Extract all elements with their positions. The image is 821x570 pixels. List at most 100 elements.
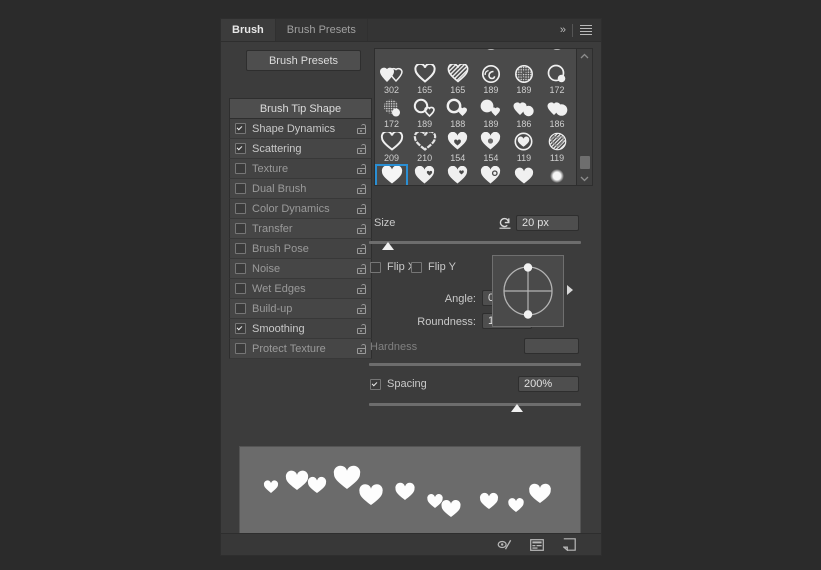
lock-shape-dynamics[interactable]: [351, 123, 371, 134]
brush-tip-cell[interactable]: [375, 49, 408, 62]
tab-brush[interactable]: Brush: [221, 19, 276, 41]
option-row-transfer[interactable]: Transfer: [229, 219, 372, 239]
lock-brush-pose[interactable]: [351, 243, 371, 254]
scroll-up-icon[interactable]: [577, 49, 592, 62]
lock-noise[interactable]: [351, 263, 371, 274]
collapse-to-icons-icon[interactable]: »: [560, 24, 566, 36]
checkbox-transfer[interactable]: [235, 223, 246, 234]
spacing-slider[interactable]: [369, 400, 581, 414]
brush-tip-cell-172b[interactable]: 172: [375, 96, 408, 130]
brush-tip-cell-20[interactable]: 20: [507, 164, 540, 185]
brush-presets-button[interactable]: Brush Presets: [246, 50, 361, 71]
angle-pointer-icon[interactable]: [567, 285, 573, 295]
checkbox-texture[interactable]: [235, 163, 246, 174]
brush-tip-size-119b: 119: [549, 153, 565, 163]
lock-texture[interactable]: [351, 163, 371, 174]
option-row-dual-brush[interactable]: Dual Brush: [229, 179, 372, 199]
option-row-texture[interactable]: Texture: [229, 159, 372, 179]
scrollbar-thumb[interactable]: [580, 156, 590, 169]
flip-x-row[interactable]: Flip X: [370, 261, 415, 273]
option-row-scattering[interactable]: Scattering: [229, 139, 372, 159]
lock-smoothing[interactable]: [351, 323, 371, 334]
brush-tip-cell-189a[interactable]: 189: [474, 62, 507, 96]
brush-tip-cell-174[interactable]: 174: [474, 164, 507, 185]
brush-tip-shape-header[interactable]: Brush Tip Shape: [229, 98, 372, 119]
open-preset-manager-icon[interactable]: [529, 538, 545, 552]
brush-tip-cell-210[interactable]: 210: [408, 130, 441, 164]
checkbox-flip-y[interactable]: [411, 261, 422, 273]
brush-tip-cell-119a[interactable]: 119: [507, 130, 540, 164]
option-row-shape-dynamics[interactable]: Shape Dynamics: [229, 119, 372, 139]
lock-scattering[interactable]: [351, 143, 371, 154]
flip-y-row[interactable]: Flip Y: [411, 261, 456, 273]
option-row-build-up[interactable]: Build-up: [229, 299, 372, 319]
checkbox-noise[interactable]: [235, 263, 246, 274]
brush-tip-cell[interactable]: [507, 49, 540, 62]
spacing-input[interactable]: 200%: [518, 376, 579, 392]
spacing-row[interactable]: Spacing: [370, 378, 427, 390]
size-input[interactable]: 20 px: [516, 215, 579, 231]
checkbox-spacing[interactable]: [370, 378, 381, 390]
lock-wet-edges[interactable]: [351, 283, 371, 294]
brush-tip-cell-104-selected[interactable]: 104: [375, 164, 409, 185]
angle-roundness-widget[interactable]: [492, 255, 564, 327]
brush-tip-cell-15[interactable]: 15: [540, 164, 573, 185]
checkbox-scattering[interactable]: [235, 143, 246, 154]
lock-color-dynamics[interactable]: [351, 203, 371, 214]
size-slider-thumb[interactable]: [382, 242, 395, 250]
brush-tip-cell-302[interactable]: 302: [375, 62, 408, 96]
brush-tip-grid[interactable]: 302 165 165 189 189 172 172 189 188 189 …: [374, 48, 593, 186]
brush-tip-cell-186b[interactable]: 186: [540, 96, 573, 130]
brush-tip-cell-188[interactable]: 188: [441, 96, 474, 130]
brush-tip-cell-189d[interactable]: 189: [474, 96, 507, 130]
option-row-brush-pose[interactable]: Brush Pose: [229, 239, 372, 259]
lock-build-up[interactable]: [351, 303, 371, 314]
brush-tip-cell-189b[interactable]: 189: [507, 62, 540, 96]
toggle-brush-preview-icon[interactable]: [497, 538, 513, 552]
checkbox-protect-texture[interactable]: [235, 343, 246, 354]
reset-size-icon[interactable]: [498, 216, 511, 229]
create-new-brush-icon[interactable]: [561, 538, 577, 552]
brush-tip-cell-209[interactable]: 209: [375, 130, 408, 164]
scroll-down-icon[interactable]: [577, 172, 592, 185]
checkbox-smoothing[interactable]: [235, 323, 246, 334]
option-row-color-dynamics[interactable]: Color Dynamics: [229, 199, 372, 219]
brush-tip-cell-165a[interactable]: 165: [408, 62, 441, 96]
brush-tip-cell-119b[interactable]: 119: [540, 130, 573, 164]
brush-tip-cell[interactable]: [540, 49, 573, 62]
tab-brush-presets[interactable]: Brush Presets: [276, 19, 368, 41]
lock-dual-brush[interactable]: [351, 183, 371, 194]
brush-tip-cell-189c[interactable]: 189: [408, 96, 441, 130]
checkbox-build-up[interactable]: [235, 303, 246, 314]
brush-tip-shape-label: Brush Tip Shape: [259, 102, 342, 115]
brush-tip-cell-172a[interactable]: 172: [540, 62, 573, 96]
option-row-noise[interactable]: Noise: [229, 259, 372, 279]
brush-tip-cell-186a[interactable]: 186: [507, 96, 540, 130]
brush-tip-cell[interactable]: [474, 49, 507, 62]
brush-tip-cell-154a[interactable]: 154: [441, 130, 474, 164]
size-slider[interactable]: [369, 238, 581, 252]
option-label-texture: Texture: [252, 162, 289, 175]
brush-tip-cell-154b[interactable]: 154: [474, 130, 507, 164]
panel-menu-icon[interactable]: [580, 25, 592, 35]
size-slider-track[interactable]: [369, 241, 581, 244]
brush-tip-cell[interactable]: [441, 49, 474, 62]
spacing-slider-track[interactable]: [369, 403, 581, 406]
brush-tip-cell-165b[interactable]: 165: [441, 62, 474, 96]
brush-tip-cell-162b[interactable]: 162: [441, 164, 474, 185]
checkbox-dual-brush[interactable]: [235, 183, 246, 194]
checkbox-brush-pose[interactable]: [235, 243, 246, 254]
checkbox-wet-edges[interactable]: [235, 283, 246, 294]
lock-transfer[interactable]: [351, 223, 371, 234]
lock-protect-texture[interactable]: [351, 343, 371, 354]
checkbox-flip-x[interactable]: [370, 261, 381, 273]
brush-grid-scrollbar[interactable]: [576, 49, 592, 185]
brush-tip-cell[interactable]: [408, 49, 441, 62]
option-row-smoothing[interactable]: Smoothing: [229, 319, 372, 339]
brush-tip-cell-162a[interactable]: 162: [408, 164, 441, 185]
spacing-slider-thumb[interactable]: [511, 404, 524, 412]
checkbox-color-dynamics[interactable]: [235, 203, 246, 214]
option-row-wet-edges[interactable]: Wet Edges: [229, 279, 372, 299]
checkbox-shape-dynamics[interactable]: [235, 123, 246, 134]
option-row-protect-texture[interactable]: Protect Texture: [229, 339, 372, 359]
